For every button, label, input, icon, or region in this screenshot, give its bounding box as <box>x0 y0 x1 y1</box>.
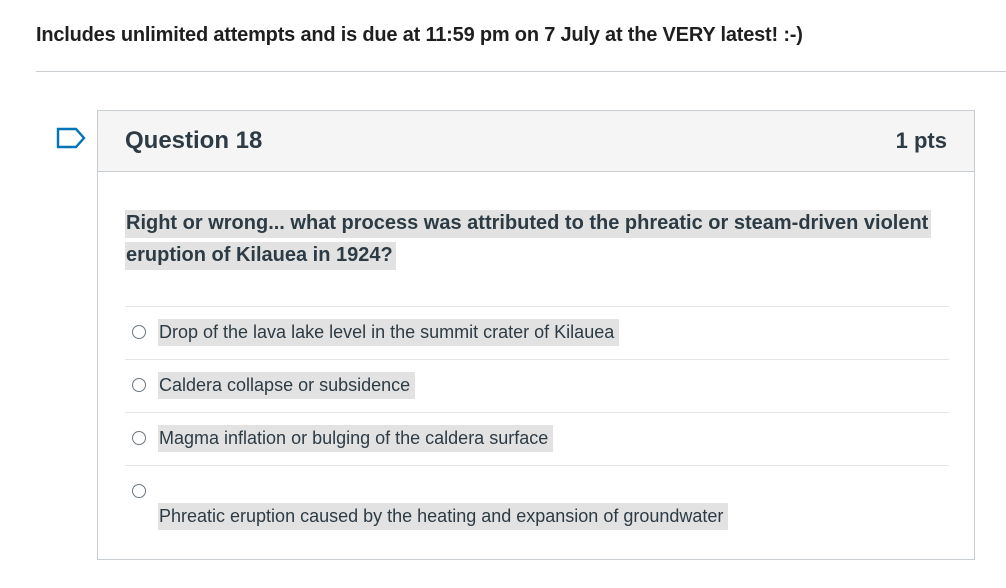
radio-button[interactable] <box>132 325 146 339</box>
answer-option[interactable]: Phreatic eruption caused by the heating … <box>125 465 949 542</box>
answer-option[interactable]: Caldera collapse or subsidence <box>125 359 949 412</box>
radio-button[interactable] <box>132 431 146 445</box>
question-body: Right or wrong... what process was attri… <box>125 207 947 271</box>
question-card: Question 18 1 pts Right or wrong... what… <box>97 110 975 560</box>
radio-button[interactable] <box>132 484 146 498</box>
answer-label[interactable]: Caldera collapse or subsidence <box>158 372 416 399</box>
answer-label[interactable]: Magma inflation or bulging of the calder… <box>158 425 554 452</box>
quiz-page: Includes unlimited attempts and is due a… <box>0 0 1006 588</box>
divider <box>36 71 1006 72</box>
answer-option[interactable]: Magma inflation or bulging of the calder… <box>125 412 949 465</box>
question-text: Right or wrong... what process was attri… <box>125 210 932 270</box>
answer-list: Drop of the lava lake level in the summi… <box>125 306 949 542</box>
answer-label[interactable]: Drop of the lava lake level in the summi… <box>158 319 620 346</box>
radio-button[interactable] <box>132 378 146 392</box>
bookmark-flag-icon[interactable] <box>56 127 88 151</box>
quiz-instructions: Includes unlimited attempts and is due a… <box>36 24 803 46</box>
answer-label[interactable]: Phreatic eruption caused by the heating … <box>158 503 729 530</box>
question-text-container: Right or wrong... what process was attri… <box>125 207 947 271</box>
question-title: Question 18 <box>125 127 263 154</box>
question-header: Question 18 1 pts <box>98 111 974 172</box>
answer-option[interactable]: Drop of the lava lake level in the summi… <box>125 306 949 359</box>
question-points: 1 pts <box>895 128 947 153</box>
